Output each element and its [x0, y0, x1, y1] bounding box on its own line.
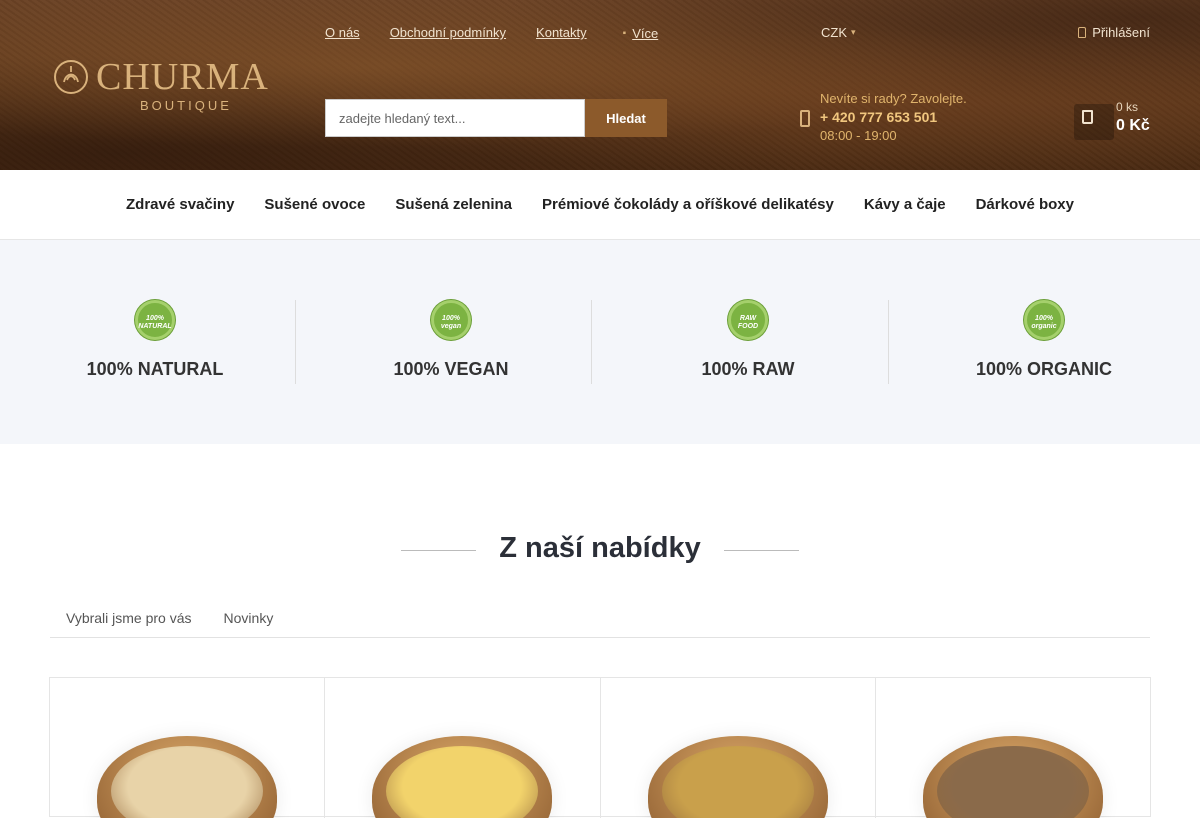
logo-subtitle: BOUTIQUE: [140, 98, 232, 113]
topnav-more-link[interactable]: Více: [632, 26, 658, 41]
product-image-fill: [386, 746, 539, 818]
category-zdrave-svaciny[interactable]: Zdravé svačiny: [126, 196, 234, 213]
section-title: Z naší nabídky: [499, 532, 701, 564]
menu-icon: ▪: [622, 27, 627, 39]
benefit-title: 100% NATURAL: [86, 359, 224, 379]
product-image[interactable]: [372, 736, 553, 818]
divider: [888, 300, 889, 384]
benefit-title: 100% VEGAN: [393, 359, 509, 379]
cart-icon: [1082, 110, 1093, 124]
top-navigation: O nás Obchodní podmínky Kontakty ▪ Více: [325, 25, 658, 41]
product-grid: [49, 677, 1151, 818]
category-darkove-boxy[interactable]: Dárkové boxy: [976, 196, 1074, 213]
vegan-badge-icon: 100% vegan: [431, 300, 471, 340]
topnav-link-obchodni-podminky[interactable]: Obchodní podmínky: [390, 25, 506, 41]
offer-tabs: Vybrali jsme pro vás Novinky: [50, 600, 1150, 638]
chevron-down-icon: ▾: [851, 27, 856, 37]
product-card[interactable]: [325, 678, 601, 818]
logo-icon: [54, 60, 88, 94]
benefit-title: 100% ORGANIC: [975, 359, 1113, 379]
product-image[interactable]: [97, 736, 278, 818]
currency-selector[interactable]: CZK ▾: [821, 25, 856, 40]
cart-price: 0 Kč: [1116, 117, 1150, 134]
product-card[interactable]: [50, 678, 326, 818]
benefits-bar: 100% NATURAL 100% NATURAL 100% vegan 100…: [0, 240, 1200, 444]
divider: [295, 300, 296, 384]
category-navigation: Zdravé svačiny Sušené ovoce Sušená zelen…: [0, 170, 1200, 240]
cart-icon-box: [1074, 104, 1114, 140]
cart-count: 0 ks: [1116, 100, 1139, 114]
tab-novinky[interactable]: Novinky: [208, 600, 290, 637]
cart-summary[interactable]: 0 ks 0 Kč: [1064, 96, 1154, 142]
topnav-link-kontakty[interactable]: Kontakty: [536, 25, 587, 41]
title-decoration-right: [724, 550, 799, 551]
benefit-vegan: 100% vegan 100% VEGAN: [303, 300, 599, 384]
raw-food-badge-icon: RAW FOOD: [728, 300, 768, 340]
lock-icon: [1078, 27, 1087, 38]
site-header: CHURMA BOUTIQUE O nás Obchodní podmínky …: [0, 0, 1200, 170]
logo-name: CHURMA: [96, 56, 269, 98]
product-card[interactable]: [876, 678, 1150, 818]
product-image[interactable]: [922, 736, 1103, 818]
contact-phone[interactable]: + 420 777 653 501: [820, 109, 937, 125]
product-image-fill: [936, 746, 1089, 818]
organic-badge-icon: 100% organic: [1024, 300, 1064, 340]
natural-badge-icon: 100% NATURAL: [135, 300, 175, 340]
contact-info: Nevíte si rady? Zavolejte. + 420 777 653…: [800, 91, 1000, 147]
search-form: Hledat: [325, 99, 667, 137]
search-input[interactable]: [325, 99, 585, 137]
benefit-organic: 100% organic 100% ORGANIC: [896, 300, 1192, 384]
topnav-more[interactable]: ▪ Více: [623, 25, 659, 41]
product-image-fill: [661, 746, 814, 818]
contact-hours: 08:00 - 19:00: [820, 128, 897, 143]
product-card[interactable]: [601, 678, 876, 818]
login-link[interactable]: Přihlášení: [1078, 25, 1150, 40]
divider: [591, 300, 592, 384]
contact-prompt: Nevíte si rady? Zavolejte.: [820, 91, 967, 106]
category-susene-ovoce[interactable]: Sušené ovoce: [264, 196, 365, 213]
category-kavy-a-caje[interactable]: Kávy a čaje: [864, 196, 946, 213]
benefit-title: 100% RAW: [701, 359, 795, 379]
category-susena-zelenina[interactable]: Sušená zelenina: [395, 196, 512, 213]
product-image[interactable]: [647, 736, 828, 818]
search-button[interactable]: Hledat: [585, 99, 667, 137]
category-premiove-cokolady[interactable]: Prémiové čokolády a oříškové delikatésy: [542, 196, 834, 213]
benefit-raw: RAW FOOD 100% RAW: [600, 300, 896, 384]
topnav-link-o-nas[interactable]: O nás: [325, 25, 360, 41]
phone-icon: [800, 110, 810, 127]
login-label: Přihlášení: [1092, 25, 1150, 40]
benefit-natural: 100% NATURAL 100% NATURAL: [7, 300, 303, 384]
tab-vybrali-jsme-pro-vas[interactable]: Vybrali jsme pro vás: [50, 600, 208, 637]
currency-value: CZK: [821, 25, 847, 40]
logo[interactable]: CHURMA BOUTIQUE: [52, 56, 292, 116]
product-image-fill: [111, 746, 264, 818]
